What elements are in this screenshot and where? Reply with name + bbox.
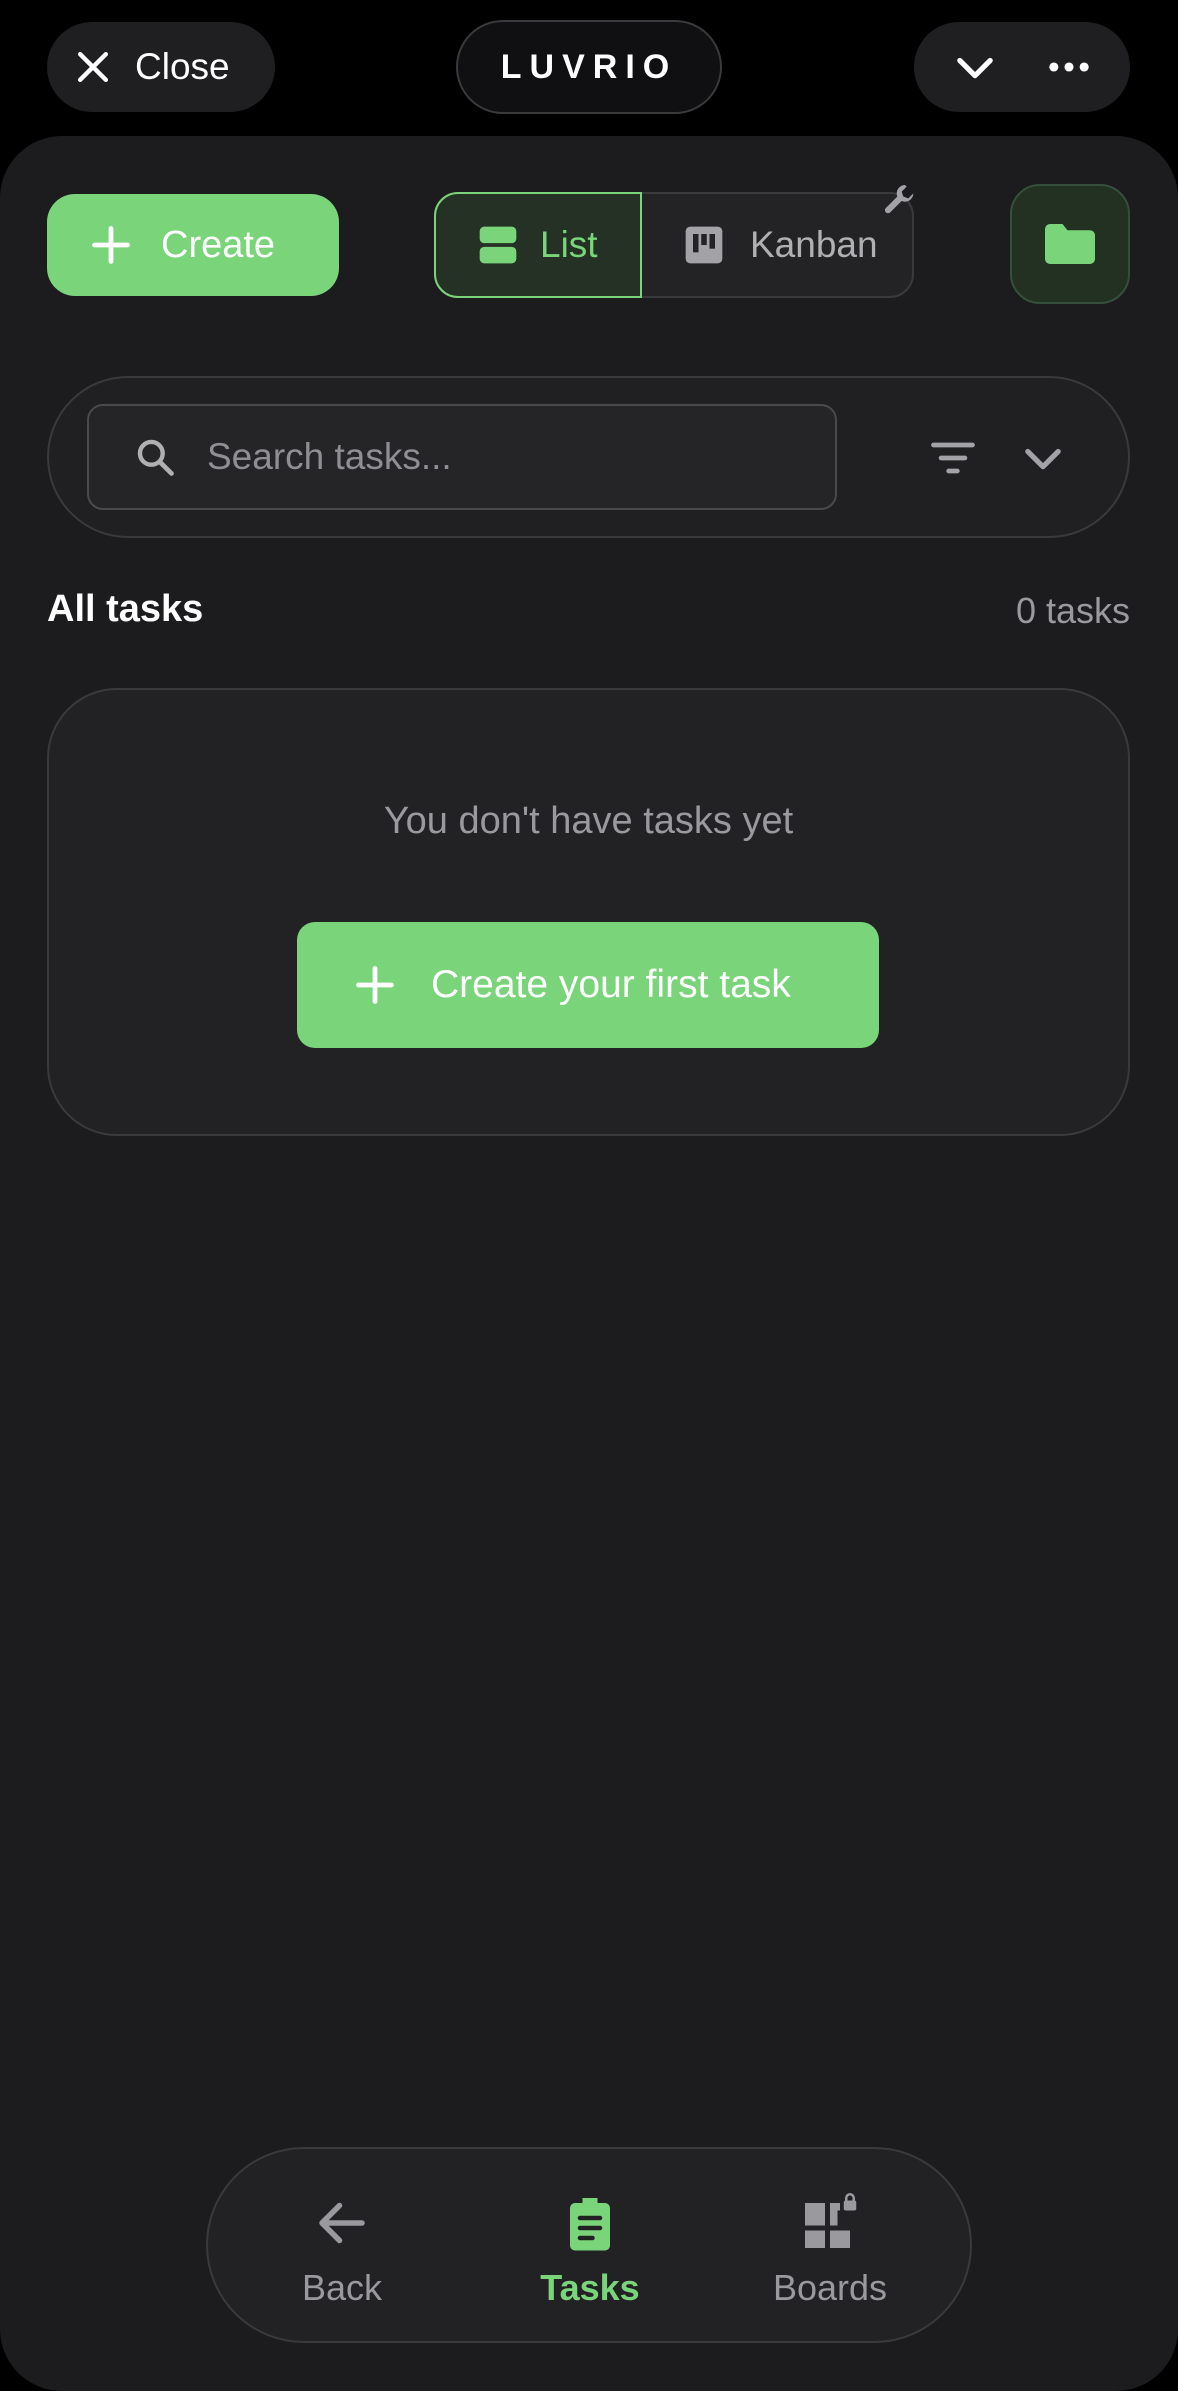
- nav-boards-label: Boards: [772, 2267, 888, 2308]
- back-arrow-icon: [319, 2202, 365, 2244]
- nav-tasks[interactable]: Tasks: [500, 2193, 680, 2313]
- view-toggle: List Kanban: [434, 192, 914, 298]
- search-bar: [47, 376, 1130, 538]
- empty-state-card: You don't have tasks yet Create your fir…: [47, 688, 1130, 1136]
- create-first-task-button[interactable]: Create your first task: [297, 922, 879, 1176]
- clipboard-icon: [570, 2198, 610, 2251]
- top-bar: Close LUVRIO: [0, 0, 1178, 130]
- close-icon: [77, 51, 109, 83]
- create-button[interactable]: Create: [47, 194, 339, 296]
- filter-icon[interactable]: [927, 432, 979, 484]
- search-field[interactable]: [87, 404, 837, 510]
- close-label: Close: [135, 46, 230, 87]
- kanban-icon: [685, 226, 723, 264]
- list-view-icon: [479, 226, 517, 264]
- kanban-view-label: Kanban: [750, 224, 878, 265]
- list-view-label: List: [540, 224, 598, 265]
- chevron-down-icon[interactable]: [949, 41, 1001, 93]
- window-actions: [914, 22, 1130, 112]
- sort-chevron-down-icon[interactable]: [1017, 432, 1069, 484]
- plus-icon: [356, 966, 394, 1004]
- nav-boards[interactable]: Boards: [740, 2193, 920, 2313]
- create-label: Create: [161, 223, 276, 266]
- plus-icon: [92, 226, 130, 264]
- list-view-button[interactable]: List: [434, 192, 642, 298]
- brand-title: LUVRIO: [456, 20, 722, 114]
- task-count: 0 tasks: [1015, 590, 1130, 631]
- boards-locked-icon: [805, 2193, 857, 2248]
- nav-tasks-label: Tasks: [540, 2267, 640, 2308]
- wrench-icon: [884, 185, 914, 214]
- close-button[interactable]: Close: [47, 22, 275, 112]
- folder-button[interactable]: [1010, 184, 1130, 304]
- create-first-task-label: Create your first task: [431, 963, 791, 1006]
- folder-icon: [1045, 224, 1095, 264]
- create-first-task-button-body[interactable]: Create your first task: [297, 922, 879, 1048]
- bottom-navigation: Back Tasks Boards: [206, 2147, 972, 2343]
- section-title: All tasks: [47, 588, 204, 630]
- empty-state-message: You don't have tasks yet: [383, 800, 794, 842]
- nav-back-label: Back: [301, 2267, 383, 2308]
- more-icon[interactable]: [1043, 41, 1095, 93]
- nav-back[interactable]: Back: [252, 2193, 432, 2313]
- tasks-panel: Create List Kanban Search tasks... All t…: [0, 136, 1178, 2391]
- kanban-view-button[interactable]: Kanban: [642, 194, 914, 296]
- search-icon: [137, 439, 174, 476]
- search-input[interactable]: [205, 435, 805, 479]
